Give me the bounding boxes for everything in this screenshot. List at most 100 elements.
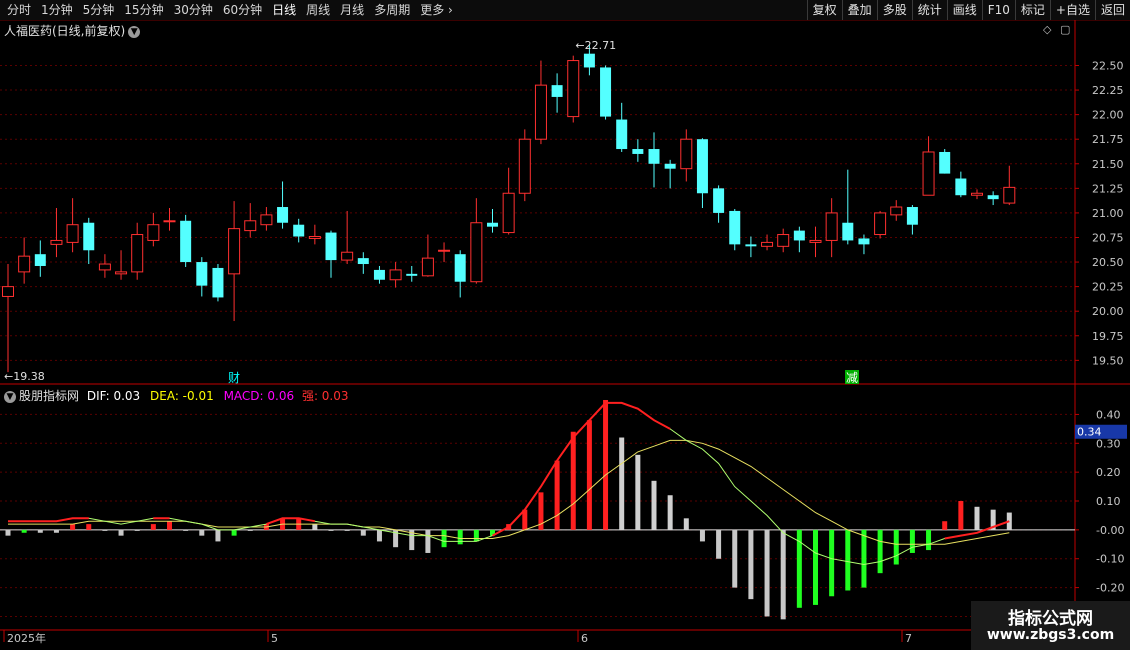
candle-body-up (1003, 186, 1016, 204)
candle-body-down (616, 119, 628, 150)
period-tab[interactable]: 5分钟 (78, 2, 120, 18)
toolbar-button[interactable]: 画线 (946, 0, 982, 20)
diamond-icon[interactable]: ◇ (1043, 23, 1051, 36)
indicator-tick-label: -0.20 (1096, 582, 1124, 595)
candle-body-down (955, 178, 967, 196)
indicator-tick-label: -0.00 (1096, 524, 1124, 537)
stock-chart[interactable]: 22.50 22.25 22.00 21.75 21.50 21.25 21.00 20.75… (0, 20, 1130, 650)
period-tab[interactable]: 多周期 (369, 2, 415, 18)
period-tabs: 分时 1分钟 5分钟 15分钟 30分钟 60分钟 日线 周线 月线 多周期 更多 › (2, 2, 458, 18)
candle-body-down (858, 238, 870, 245)
period-tab[interactable]: 更多 › (415, 2, 458, 18)
strong-line (492, 401, 671, 537)
candle-body-up (680, 138, 693, 170)
event-label-reduce: 减 (846, 371, 858, 385)
macd-value: MACD: 0.06 (223, 389, 295, 403)
macd-bar (118, 529, 124, 536)
candle-body-down (277, 207, 289, 223)
macd-bar (425, 529, 431, 553)
chevron-down-icon[interactable]: ▼ (128, 25, 141, 38)
indicator-tick-label: 0.10 (1096, 495, 1121, 508)
toolbar-button[interactable]: 叠加 (841, 0, 877, 20)
toolbar-button[interactable]: +自选 (1049, 0, 1095, 20)
candle-body-down (632, 149, 644, 154)
period-tab[interactable]: 分时 (2, 2, 36, 18)
low-price-marker: ←19.38 (4, 370, 45, 383)
candle-body-down (745, 244, 757, 247)
macd-bar (926, 529, 932, 551)
macd-bar (554, 460, 560, 530)
macd-bar (586, 420, 592, 530)
y-tick-label: 20.75 (1092, 231, 1124, 244)
macd-bar (619, 437, 625, 530)
candle-body-up (777, 234, 790, 247)
toolbar-button[interactable]: F10 (981, 0, 1015, 20)
x-axis-label: 2025年 (7, 631, 46, 645)
period-tab[interactable]: 1分钟 (36, 2, 78, 18)
chevron-right-icon: › (444, 3, 453, 17)
candle-body-down (406, 273, 418, 276)
candle-body-down (713, 188, 725, 213)
stock-title-text: 人福医药(日线,前复权) (4, 24, 126, 38)
candle-body-up (890, 206, 903, 216)
candle-body-up (98, 263, 111, 271)
candle-body-up (438, 249, 451, 252)
macd-bar (102, 529, 108, 531)
y-tick-label: 19.50 (1092, 354, 1124, 367)
stock-title: 人福医药(日线,前复权) ▼ (4, 22, 141, 39)
candle-body-down (793, 230, 805, 241)
dif-line (8, 402, 1010, 566)
toolbar-button[interactable]: 多股 (876, 0, 912, 20)
candle-body-down (987, 195, 999, 200)
period-tab[interactable]: 月线 (335, 2, 369, 18)
period-tab[interactable]: 60分钟 (218, 2, 267, 18)
macd-bar (764, 529, 770, 617)
macd-bar (344, 529, 350, 531)
period-tab[interactable]: 15分钟 (119, 2, 168, 18)
candle-body-down (648, 149, 660, 164)
indicator-tick-label: -0.10 (1096, 553, 1124, 566)
candle-body-up (922, 151, 935, 196)
candle-body-up (874, 212, 887, 236)
macd-bar (974, 506, 980, 530)
period-tab[interactable]: 30分钟 (169, 2, 218, 18)
candle-body-down (196, 262, 208, 286)
macd-bar (829, 529, 835, 597)
strong-line (266, 517, 315, 526)
window-icon[interactable]: ▢ (1060, 23, 1070, 36)
indicator-tick-label: 0.30 (1096, 437, 1121, 450)
candle-body-down (729, 210, 741, 245)
period-tab[interactable]: 周线 (301, 2, 335, 18)
macd-bar (70, 524, 76, 530)
candle-body-up (809, 239, 822, 243)
x-axis-label: 7 (905, 632, 912, 645)
period-tab[interactable]: 日线 (267, 2, 301, 18)
y-tick-label: 20.25 (1092, 281, 1124, 294)
macd-bar (134, 529, 140, 531)
candle-body-up (131, 234, 144, 273)
indicator-tick-label: 0.40 (1096, 408, 1121, 421)
candle-body-down (34, 254, 46, 266)
macd-bar (909, 529, 915, 553)
toolbar-button[interactable]: 统计 (911, 0, 947, 20)
candle-body-up (761, 241, 774, 247)
candle-body-up (389, 269, 402, 281)
candle-body-down (487, 222, 498, 227)
candle-body-down (373, 269, 385, 280)
candle-body-up (228, 228, 241, 275)
candle-body-down (357, 258, 369, 265)
dea-value: DEA: -0.01 (150, 389, 214, 403)
candle-body-up (66, 224, 79, 243)
y-tick-label: 21.75 (1092, 133, 1124, 146)
macd-bar (37, 529, 43, 533)
chevron-down-icon[interactable]: ▼ (4, 390, 16, 403)
candle-body-up (567, 60, 580, 118)
candle-body-down (842, 222, 854, 241)
macd-bar (376, 529, 382, 542)
toolbar-button[interactable]: 复权 (806, 0, 842, 20)
y-tick-label: 20.50 (1092, 256, 1124, 269)
indicator-title: ▼ 股朋指标网 DIF: 0.03 DEA: -0.01 MACD: 0.06 强… (4, 387, 349, 404)
toolbar-button[interactable]: 返回 (1094, 0, 1130, 20)
macd-bar (942, 521, 948, 530)
toolbar-button[interactable]: 标记 (1014, 0, 1050, 20)
